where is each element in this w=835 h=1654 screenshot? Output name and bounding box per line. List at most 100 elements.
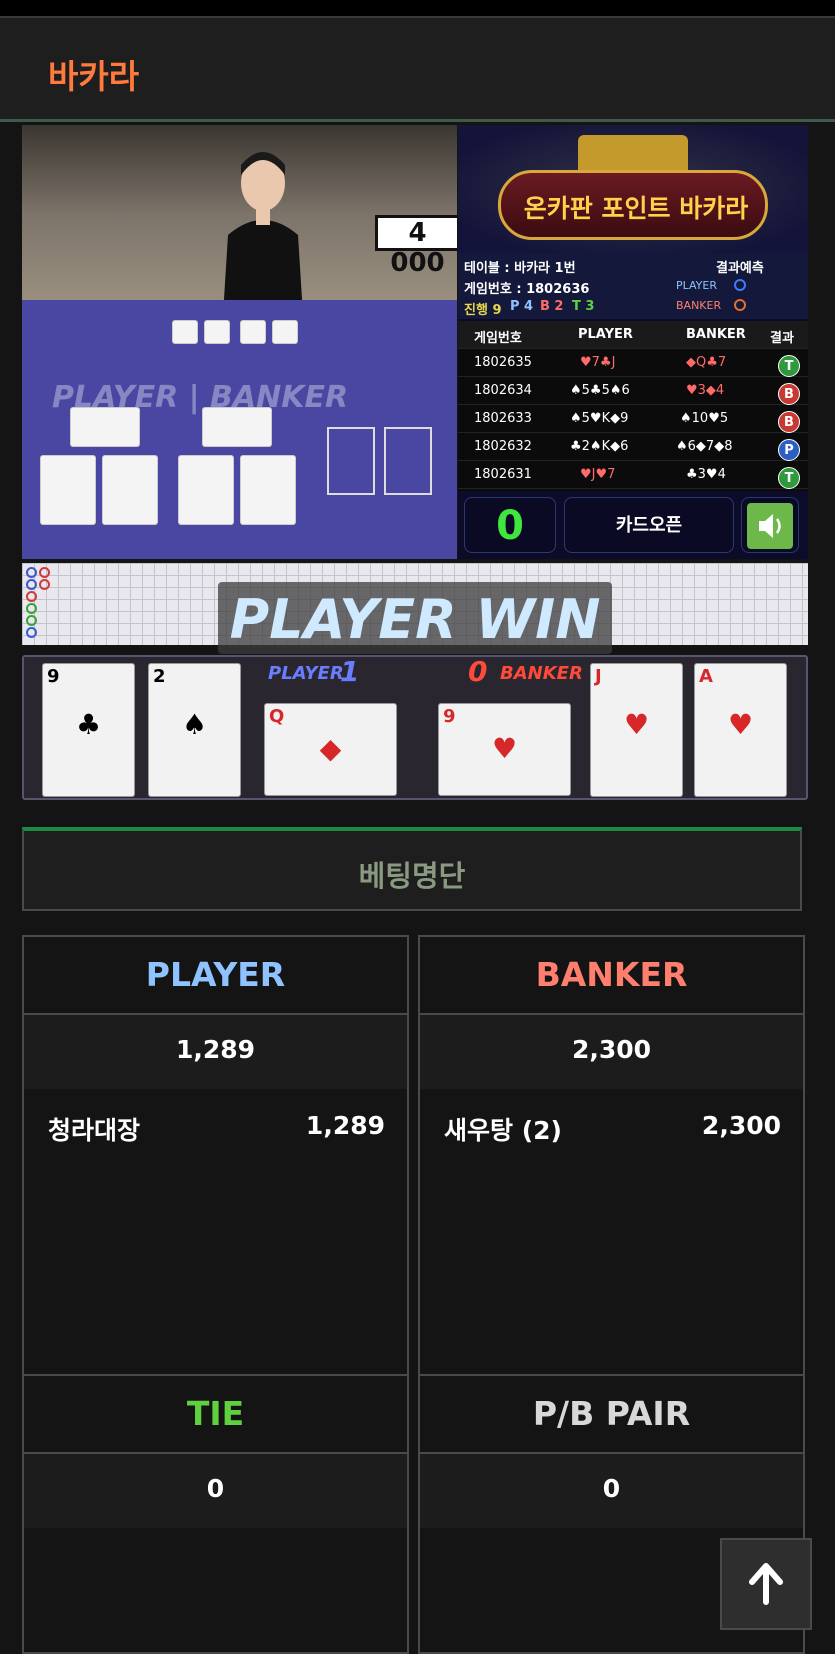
row-game: 1802635 xyxy=(474,355,532,370)
video-card xyxy=(178,455,234,525)
road-dot xyxy=(26,627,37,638)
page-title: 바카라 xyxy=(48,57,140,96)
predict-player: PLAYER xyxy=(676,279,717,292)
pair-total-row: 0 xyxy=(420,1454,803,1528)
speaker-icon xyxy=(747,503,793,549)
road-dot xyxy=(26,603,37,614)
row-game: 1802631 xyxy=(474,467,532,482)
card-suit: ♥ xyxy=(623,708,650,741)
row-banker: ♠10♥5 xyxy=(680,411,729,426)
road-dot xyxy=(26,615,37,626)
bettor-amount: 2,300 xyxy=(701,1111,781,1140)
row-player: ♥J♥7 xyxy=(580,467,616,482)
road-dot xyxy=(26,591,37,602)
table-row: 1802633 ♠5♥K◆9 ♠10♥5 B xyxy=(458,405,808,433)
card-rank: 9 xyxy=(47,666,60,687)
table-limit-sign: 4 000 xyxy=(375,215,457,278)
video-card xyxy=(172,320,198,344)
banner-plate: 온카판 포인트 바카라 xyxy=(498,170,768,240)
result-badge: B xyxy=(778,411,800,433)
banker-column-title: BANKER xyxy=(535,955,688,994)
scroll-top-button[interactable] xyxy=(720,1538,812,1630)
win-banner: PLAYER WIN xyxy=(218,582,612,654)
card-open-button[interactable]: 카드오픈 xyxy=(564,497,734,553)
progress-tie: T 3 xyxy=(572,299,595,314)
card-suit: ◆ xyxy=(319,732,342,765)
predict-player-circle xyxy=(734,279,746,291)
card-rank: Q xyxy=(269,706,285,727)
sound-toggle-button[interactable] xyxy=(741,497,799,553)
banner-text: 온카판 포인트 바카라 xyxy=(523,194,749,223)
banker-total-row: 2,300 xyxy=(420,1015,803,1089)
tie-column-header: TIE xyxy=(24,1376,407,1454)
bettor-name: 청라대장 xyxy=(48,1116,141,1145)
card-result-panel: 9 ♣ 2 ♠ Q ◆ PLAYER 1 0 BANKER 9 ♥ J ♥ A … xyxy=(22,655,808,800)
dealer-figure xyxy=(223,152,303,315)
live-video-feed: 4 000 PLAYER | BANKER xyxy=(22,125,457,559)
card-suit: ♠ xyxy=(181,708,208,741)
banker-card-2: J ♥ xyxy=(590,663,683,797)
bettor-name: 새우탕 (2) xyxy=(444,1116,562,1145)
card-suit: ♥ xyxy=(727,708,754,741)
player-score: 1 xyxy=(340,655,360,688)
table-row: 1802631 ♥J♥7 ♣3♥4 T xyxy=(458,461,808,489)
banker-total: 2,300 xyxy=(571,1035,652,1064)
page-header: 바카라 xyxy=(0,18,835,122)
video-card xyxy=(240,455,296,525)
road-dot xyxy=(26,579,37,590)
banker-card-3: A ♥ xyxy=(694,663,787,797)
bettor-amount: 1,289 xyxy=(305,1111,385,1140)
betting-list-header: 베팅명단 xyxy=(22,827,802,911)
player-bet-column: PLAYER 1,289 청라대장 1,289 xyxy=(22,935,409,1376)
tie-column-title: TIE xyxy=(186,1394,245,1433)
progress-banker: B 2 xyxy=(540,299,564,314)
card-rank: A xyxy=(699,666,713,687)
row-game: 1802633 xyxy=(474,411,532,426)
banker-column-header: BANKER xyxy=(420,937,803,1015)
result-badge: B xyxy=(778,383,800,405)
road-dot xyxy=(39,579,50,590)
card-rank: 2 xyxy=(153,666,166,687)
result-badge: T xyxy=(778,467,800,489)
results-table: 게임번호 PLAYER BANKER 결과 1802635 ♥7♣J ◆Q♣7 … xyxy=(458,321,808,491)
progress-player: P 4 xyxy=(510,299,534,314)
banker-score: 0 xyxy=(468,655,488,688)
header-banker: BANKER xyxy=(686,327,746,342)
banker-bet-column: BANKER 2,300 새우탕 (2) 2,300 xyxy=(418,935,805,1376)
pair-column-title: P/B PAIR xyxy=(532,1394,691,1433)
game-number: 게임번호 : 1802636 xyxy=(464,282,590,297)
video-card xyxy=(70,407,140,447)
player-total-row: 1,289 xyxy=(24,1015,407,1089)
predict-banker-circle xyxy=(734,299,746,311)
tie-bet-column: TIE 0 xyxy=(22,1374,409,1654)
card-suit: ♣ xyxy=(75,708,102,741)
video-card xyxy=(240,320,266,344)
table-row: 1802632 ♣2♠K◆6 ♠6◆7◆8 P xyxy=(458,433,808,461)
progress-count: 진행 9 xyxy=(464,303,502,318)
player-column-title: PLAYER xyxy=(145,955,286,994)
player-card-3: Q ◆ xyxy=(264,703,397,796)
header-game: 게임번호 xyxy=(474,331,522,346)
card-rank: 9 xyxy=(443,706,456,727)
table-name: 테이블 : 바카라 1번 xyxy=(464,261,576,276)
row-player: ♠5♥K◆9 xyxy=(570,411,629,426)
countdown-display: 0 xyxy=(464,497,556,553)
result-badge: P xyxy=(778,439,800,461)
banker-label: BANKER xyxy=(500,663,583,684)
table-row: 1802635 ♥7♣J ◆Q♣7 T xyxy=(458,349,808,377)
pair-total: 0 xyxy=(602,1474,621,1503)
pair-column-header: P/B PAIR xyxy=(420,1376,803,1454)
row-player: ♠5♣5♠6 xyxy=(570,383,630,398)
game-meta: 테이블 : 바카라 1번 게임번호 : 1802636 진행 9 P 4 B 2… xyxy=(458,253,808,319)
table-row: 1802634 ♠5♣5♠6 ♥3◆4 B xyxy=(458,377,808,405)
game-info-panel: 온카판 포인트 바카라 테이블 : 바카라 1번 게임번호 : 1802636 … xyxy=(458,125,808,559)
road-dot xyxy=(26,567,37,578)
row-player: ♥7♣J xyxy=(580,355,616,370)
road-dot xyxy=(39,567,50,578)
row-banker: ♠6◆7◆8 xyxy=(676,439,733,454)
row-banker: ♥3◆4 xyxy=(686,383,725,398)
player-total: 1,289 xyxy=(175,1035,256,1064)
control-bar: 0 카드오픈 xyxy=(458,491,808,559)
top-status-bar xyxy=(0,0,835,18)
video-card xyxy=(40,455,96,525)
